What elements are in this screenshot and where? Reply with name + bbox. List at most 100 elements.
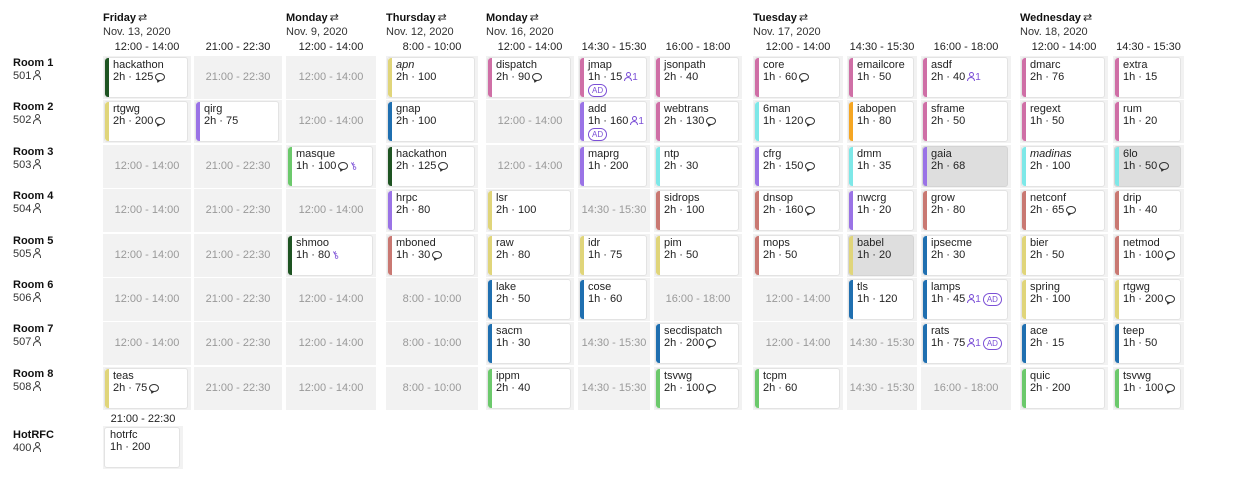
empty-slot[interactable]: 12:00 - 14:00 (486, 115, 574, 128)
empty-slot[interactable]: 12:00 - 14:00 (103, 337, 191, 350)
session-card[interactable]: rtgwg 1h · 200 (1114, 279, 1181, 320)
session-card[interactable]: dnsop 2h · 160 (754, 190, 840, 231)
swap-days-icon[interactable]: ⇄ (438, 12, 447, 24)
session-card[interactable]: madinas 2h · 100 (1021, 146, 1105, 187)
empty-slot[interactable]: 21:00 - 22:30 (194, 160, 282, 173)
session-card[interactable]: babel 1h · 20 (848, 235, 914, 276)
session-card[interactable]: spring 2h · 100 (1021, 279, 1105, 320)
empty-slot[interactable]: 12:00 - 14:00 (753, 337, 843, 350)
swap-days-icon[interactable]: ⇄ (530, 12, 539, 24)
session-card[interactable]: netconf 2h · 65 (1021, 190, 1105, 231)
session-card[interactable]: add 1h · 160 1 AD (579, 101, 647, 142)
empty-slot[interactable]: 12:00 - 14:00 (286, 382, 376, 395)
session-card[interactable]: ipsecme 2h · 30 (922, 235, 1008, 276)
empty-slot[interactable]: 14:30 - 15:30 (578, 382, 650, 395)
session-card[interactable]: sacm 1h · 30 (487, 323, 571, 364)
empty-slot[interactable]: 14:30 - 15:30 (578, 337, 650, 350)
session-card[interactable]: pim 2h · 50 (655, 235, 739, 276)
session-card[interactable]: sidrops 2h · 100 (655, 190, 739, 231)
session-card[interactable]: cfrg 2h · 150 (754, 146, 840, 187)
session-card[interactable]: extra 1h · 15 (1114, 57, 1181, 98)
session-card[interactable]: teep 1h · 50 (1114, 323, 1181, 364)
empty-slot[interactable]: 12:00 - 14:00 (753, 293, 843, 306)
swap-days-icon[interactable]: ⇄ (799, 12, 808, 24)
session-card[interactable]: webtrans 2h · 130 (655, 101, 739, 142)
session-card[interactable]: mops 2h · 50 (754, 235, 840, 276)
session-card[interactable]: bier 2h · 50 (1021, 235, 1105, 276)
empty-slot[interactable]: 21:00 - 22:30 (194, 337, 282, 350)
session-card[interactable]: tcpm 2h · 60 (754, 368, 840, 409)
empty-slot[interactable]: 16:00 - 18:00 (921, 382, 1011, 395)
session-card[interactable]: idr 1h · 75 (579, 235, 647, 276)
empty-slot[interactable]: 12:00 - 14:00 (286, 204, 376, 217)
session-card[interactable]: cose 1h · 60 (579, 279, 647, 320)
swap-days-icon[interactable]: ⇄ (330, 12, 339, 24)
session-card[interactable]: rtgwg 2h · 200 (104, 101, 188, 142)
empty-slot[interactable]: 21:00 - 22:30 (194, 71, 282, 84)
empty-slot[interactable]: 12:00 - 14:00 (286, 71, 376, 84)
session-card[interactable]: gaia 2h · 68 (922, 146, 1008, 187)
session-card[interactable]: regext 1h · 50 (1021, 101, 1105, 142)
session-card[interactable]: mboned 1h · 30 (387, 235, 475, 276)
session-card[interactable]: dmm 1h · 35 (848, 146, 914, 187)
session-card[interactable]: gnap 2h · 100 (387, 101, 475, 142)
empty-slot[interactable]: 12:00 - 14:00 (286, 337, 376, 350)
empty-slot[interactable]: 12:00 - 14:00 (286, 115, 376, 128)
empty-slot[interactable]: 21:00 - 22:30 (194, 249, 282, 262)
empty-slot[interactable]: 14:30 - 15:30 (578, 204, 650, 217)
empty-slot[interactable]: 21:00 - 22:30 (194, 293, 282, 306)
session-card[interactable]: 6man 1h · 120 (754, 101, 840, 142)
empty-slot[interactable]: 12:00 - 14:00 (103, 204, 191, 217)
empty-slot[interactable]: 8:00 - 10:00 (386, 382, 478, 395)
session-card[interactable]: lamps 1h · 45 1 AD (922, 279, 1008, 320)
session-card[interactable]: hrpc 2h · 80 (387, 190, 475, 231)
empty-slot[interactable]: 12:00 - 14:00 (103, 293, 191, 306)
session-card[interactable]: core 1h · 60 (754, 57, 840, 98)
session-card[interactable]: iabopen 1h · 80 (848, 101, 914, 142)
session-card[interactable]: qirg 2h · 75 (195, 101, 279, 142)
empty-slot[interactable]: 21:00 - 22:30 (194, 382, 282, 395)
session-card[interactable]: maprg 1h · 200 (579, 146, 647, 187)
session-card[interactable]: raw 2h · 80 (487, 235, 571, 276)
session-card[interactable]: rats 1h · 75 1 AD (922, 323, 1008, 364)
empty-slot[interactable]: 12:00 - 14:00 (103, 249, 191, 262)
empty-slot[interactable]: 14:30 - 15:30 (847, 337, 917, 350)
session-card[interactable]: tls 1h · 120 (848, 279, 914, 320)
session-card[interactable]: quic 2h · 200 (1021, 368, 1105, 409)
session-card[interactable]: secdispatch 2h · 200 (655, 323, 739, 364)
session-card[interactable]: asdf 2h · 40 1 (922, 57, 1008, 98)
session-card[interactable]: drip 1h · 40 (1114, 190, 1181, 231)
session-card[interactable]: grow 2h · 80 (922, 190, 1008, 231)
empty-slot[interactable]: 14:30 - 15:30 (847, 382, 917, 395)
session-card[interactable]: hackathon 2h · 125 (387, 146, 475, 187)
session-card[interactable]: lake 2h · 50 (487, 279, 571, 320)
empty-slot[interactable]: 12:00 - 14:00 (286, 293, 376, 306)
empty-slot[interactable]: 12:00 - 14:00 (486, 160, 574, 173)
session-card[interactable]: jmap 1h · 15 1 AD (579, 57, 647, 98)
session-card[interactable]: ippm 2h · 40 (487, 368, 571, 409)
empty-slot[interactable]: 21:00 - 22:30 (194, 204, 282, 217)
session-card[interactable]: emailcore 1h · 50 (848, 57, 914, 98)
session-card[interactable]: nwcrg 1h · 20 (848, 190, 914, 231)
session-card[interactable]: apn 2h · 100 (387, 57, 475, 98)
session-card[interactable]: tsvwg 1h · 100 (1114, 368, 1181, 409)
session-card[interactable]: teas 2h · 75 (104, 368, 188, 409)
empty-slot[interactable]: 8:00 - 10:00 (386, 293, 478, 306)
session-card[interactable]: dispatch 2h · 90 (487, 57, 571, 98)
session-card[interactable]: netmod 1h · 100 (1114, 235, 1181, 276)
session-card[interactable]: ace 2h · 15 (1021, 323, 1105, 364)
session-card[interactable]: shmoo 1h · 80⚷ (287, 235, 373, 276)
session-card[interactable]: ntp 2h · 30 (655, 146, 739, 187)
empty-slot[interactable]: 12:00 - 14:00 (103, 160, 191, 173)
session-card[interactable]: jsonpath 2h · 40 (655, 57, 739, 98)
swap-days-icon[interactable]: ⇄ (138, 12, 147, 24)
session-card[interactable]: tsvwg 2h · 100 (655, 368, 739, 409)
session-card[interactable]: lsr 2h · 100 (487, 190, 571, 231)
session-card[interactable]: rum 1h · 20 (1114, 101, 1181, 142)
empty-slot[interactable]: 16:00 - 18:00 (654, 293, 742, 306)
swap-days-icon[interactable]: ⇄ (1083, 12, 1092, 24)
session-card[interactable]: hackathon 2h · 125 (104, 57, 188, 98)
session-card[interactable]: 6lo 1h · 50 (1114, 146, 1181, 187)
session-card[interactable]: dmarc 2h · 76 (1021, 57, 1105, 98)
session-card[interactable]: hotrfc 1h · 200 (104, 427, 180, 468)
